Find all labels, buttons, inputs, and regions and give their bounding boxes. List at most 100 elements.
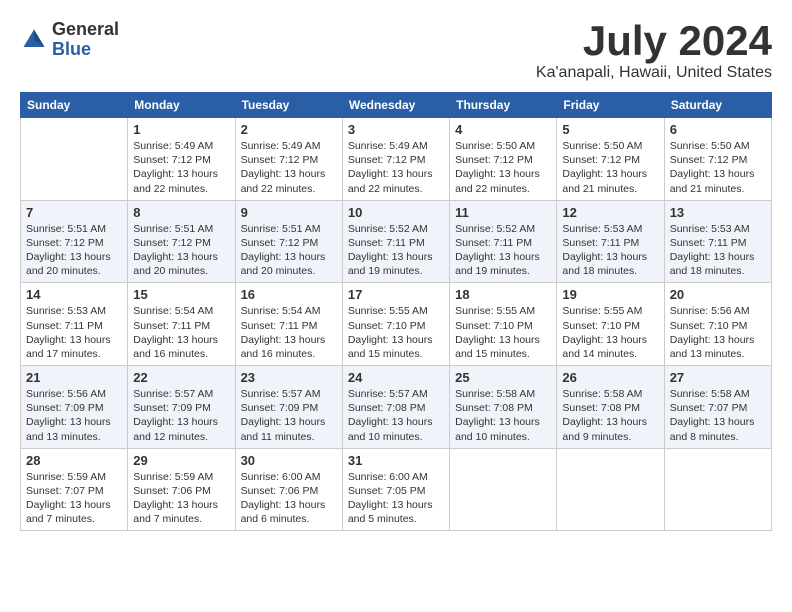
- day-info: Sunrise: 6:00 AM Sunset: 7:05 PM Dayligh…: [348, 470, 444, 527]
- week-row-1: 7 Sunrise: 5:51 AM Sunset: 7:12 PM Daylig…: [21, 200, 772, 283]
- calendar-cell: [450, 448, 557, 531]
- day-number: 21: [26, 370, 122, 385]
- col-wednesday: Wednesday: [342, 93, 449, 118]
- calendar-cell: 28Sunrise: 5:59 AM Sunset: 7:07 PM Dayli…: [21, 448, 128, 531]
- col-tuesday: Tuesday: [235, 93, 342, 118]
- day-info: Sunrise: 5:56 AM Sunset: 7:09 PM Dayligh…: [26, 387, 122, 444]
- day-info: Sunrise: 5:58 AM Sunset: 7:08 PM Dayligh…: [455, 387, 551, 444]
- calendar-cell: 3 Sunrise: 5:49 AM Sunset: 7:12 PM Daylig…: [342, 118, 449, 201]
- day-number: 14: [26, 287, 122, 302]
- week-row-0: 1 Sunrise: 5:49 AM Sunset: 7:12 PM Daylig…: [21, 118, 772, 201]
- calendar-cell: 19 Sunrise: 5:55 AM Sunset: 7:10 PM Dayli…: [557, 283, 664, 366]
- col-monday: Monday: [128, 93, 235, 118]
- day-info: Sunrise: 5:50 AM Sunset: 7:12 PM Dayligh…: [562, 139, 658, 196]
- day-info: Sunrise: 5:49 AM Sunset: 7:12 PM Dayligh…: [348, 139, 444, 196]
- day-number: 2: [241, 122, 337, 137]
- day-info: Sunrise: 5:53 AM Sunset: 7:11 PM Dayligh…: [562, 222, 658, 279]
- day-info: Sunrise: 5:50 AM Sunset: 7:12 PM Dayligh…: [670, 139, 766, 196]
- calendar-cell: 18 Sunrise: 5:55 AM Sunset: 7:10 PM Dayli…: [450, 283, 557, 366]
- col-friday: Friday: [557, 93, 664, 118]
- col-thursday: Thursday: [450, 93, 557, 118]
- day-info: Sunrise: 5:54 AM Sunset: 7:11 PM Dayligh…: [241, 304, 337, 361]
- calendar-cell: 12 Sunrise: 5:53 AM Sunset: 7:11 PM Dayli…: [557, 200, 664, 283]
- calendar-cell: 21 Sunrise: 5:56 AM Sunset: 7:09 PM Dayli…: [21, 366, 128, 449]
- calendar-cell: 31 Sunrise: 6:00 AM Sunset: 7:05 PM Dayli…: [342, 448, 449, 531]
- month-title: July 2024: [536, 20, 772, 62]
- day-number: 19: [562, 287, 658, 302]
- calendar-cell: 9 Sunrise: 5:51 AM Sunset: 7:12 PM Daylig…: [235, 200, 342, 283]
- week-row-2: 14 Sunrise: 5:53 AM Sunset: 7:11 PM Dayli…: [21, 283, 772, 366]
- day-info: Sunrise: 5:57 AM Sunset: 7:09 PM Dayligh…: [241, 387, 337, 444]
- day-number: 6: [670, 122, 766, 137]
- calendar-cell: 13 Sunrise: 5:53 AM Sunset: 7:11 PM Dayli…: [664, 200, 771, 283]
- day-number: 18: [455, 287, 551, 302]
- logo: General Blue: [20, 20, 119, 60]
- calendar-cell: 17Sunrise: 5:55 AM Sunset: 7:10 PM Dayli…: [342, 283, 449, 366]
- logo-general-text: General: [52, 20, 119, 40]
- day-number: 9: [241, 205, 337, 220]
- day-info: Sunrise: 5:49 AM Sunset: 7:12 PM Dayligh…: [241, 139, 337, 196]
- calendar-cell: [557, 448, 664, 531]
- day-info: Sunrise: 5:57 AM Sunset: 7:09 PM Dayligh…: [133, 387, 229, 444]
- calendar-cell: 4Sunrise: 5:50 AM Sunset: 7:12 PM Daylig…: [450, 118, 557, 201]
- calendar-cell: 29 Sunrise: 5:59 AM Sunset: 7:06 PM Dayli…: [128, 448, 235, 531]
- day-number: 29: [133, 453, 229, 468]
- calendar-cell: 2 Sunrise: 5:49 AM Sunset: 7:12 PM Daylig…: [235, 118, 342, 201]
- day-info: Sunrise: 5:59 AM Sunset: 7:07 PM Dayligh…: [26, 470, 122, 527]
- day-number: 13: [670, 205, 766, 220]
- day-info: Sunrise: 5:52 AM Sunset: 7:11 PM Dayligh…: [348, 222, 444, 279]
- day-number: 1: [133, 122, 229, 137]
- col-sunday: Sunday: [21, 93, 128, 118]
- calendar-cell: 11Sunrise: 5:52 AM Sunset: 7:11 PM Dayli…: [450, 200, 557, 283]
- day-info: Sunrise: 5:59 AM Sunset: 7:06 PM Dayligh…: [133, 470, 229, 527]
- week-row-3: 21 Sunrise: 5:56 AM Sunset: 7:09 PM Dayli…: [21, 366, 772, 449]
- day-number: 12: [562, 205, 658, 220]
- calendar-cell: 8Sunrise: 5:51 AM Sunset: 7:12 PM Daylig…: [128, 200, 235, 283]
- day-number: 4: [455, 122, 551, 137]
- day-info: Sunrise: 5:58 AM Sunset: 7:08 PM Dayligh…: [562, 387, 658, 444]
- day-info: Sunrise: 5:51 AM Sunset: 7:12 PM Dayligh…: [26, 222, 122, 279]
- day-number: 5: [562, 122, 658, 137]
- day-number: 7: [26, 205, 122, 220]
- day-number: 20: [670, 287, 766, 302]
- day-number: 22: [133, 370, 229, 385]
- col-saturday: Saturday: [664, 93, 771, 118]
- day-info: Sunrise: 5:58 AM Sunset: 7:07 PM Dayligh…: [670, 387, 766, 444]
- day-info: Sunrise: 5:55 AM Sunset: 7:10 PM Dayligh…: [562, 304, 658, 361]
- day-info: Sunrise: 5:56 AM Sunset: 7:10 PM Dayligh…: [670, 304, 766, 361]
- calendar-cell: 30Sunrise: 6:00 AM Sunset: 7:06 PM Dayli…: [235, 448, 342, 531]
- header: General Blue July 2024 Ka'anapali, Hawai…: [20, 20, 772, 82]
- day-number: 16: [241, 287, 337, 302]
- calendar-cell: 23Sunrise: 5:57 AM Sunset: 7:09 PM Dayli…: [235, 366, 342, 449]
- week-row-4: 28Sunrise: 5:59 AM Sunset: 7:07 PM Dayli…: [21, 448, 772, 531]
- day-info: Sunrise: 5:53 AM Sunset: 7:11 PM Dayligh…: [670, 222, 766, 279]
- day-info: Sunrise: 5:55 AM Sunset: 7:10 PM Dayligh…: [455, 304, 551, 361]
- day-number: 31: [348, 453, 444, 468]
- location-title: Ka'anapali, Hawaii, United States: [536, 64, 772, 82]
- calendar-cell: 16 Sunrise: 5:54 AM Sunset: 7:11 PM Dayli…: [235, 283, 342, 366]
- calendar-cell: 6 Sunrise: 5:50 AM Sunset: 7:12 PM Daylig…: [664, 118, 771, 201]
- calendar-cell: 24 Sunrise: 5:57 AM Sunset: 7:08 PM Dayli…: [342, 366, 449, 449]
- day-number: 11: [455, 205, 551, 220]
- calendar-cell: 22 Sunrise: 5:57 AM Sunset: 7:09 PM Dayli…: [128, 366, 235, 449]
- day-info: Sunrise: 5:49 AM Sunset: 7:12 PM Dayligh…: [133, 139, 229, 196]
- calendar-table: Sunday Monday Tuesday Wednesday Thursday…: [20, 92, 772, 531]
- day-info: Sunrise: 5:57 AM Sunset: 7:08 PM Dayligh…: [348, 387, 444, 444]
- calendar-cell: 25 Sunrise: 5:58 AM Sunset: 7:08 PM Dayli…: [450, 366, 557, 449]
- day-number: 25: [455, 370, 551, 385]
- day-number: 24: [348, 370, 444, 385]
- calendar-cell: 26Sunrise: 5:58 AM Sunset: 7:08 PM Dayli…: [557, 366, 664, 449]
- day-number: 15: [133, 287, 229, 302]
- day-number: 3: [348, 122, 444, 137]
- day-info: Sunrise: 5:54 AM Sunset: 7:11 PM Dayligh…: [133, 304, 229, 361]
- calendar-cell: 20 Sunrise: 5:56 AM Sunset: 7:10 PM Dayli…: [664, 283, 771, 366]
- calendar-cell: 5 Sunrise: 5:50 AM Sunset: 7:12 PM Daylig…: [557, 118, 664, 201]
- calendar-cell: [664, 448, 771, 531]
- day-number: 10: [348, 205, 444, 220]
- day-info: Sunrise: 5:51 AM Sunset: 7:12 PM Dayligh…: [241, 222, 337, 279]
- calendar-cell: 15 Sunrise: 5:54 AM Sunset: 7:11 PM Dayli…: [128, 283, 235, 366]
- title-area: July 2024 Ka'anapali, Hawaii, United Sta…: [536, 20, 772, 82]
- day-info: Sunrise: 5:55 AM Sunset: 7:10 PM Dayligh…: [348, 304, 444, 361]
- day-info: Sunrise: 5:53 AM Sunset: 7:11 PM Dayligh…: [26, 304, 122, 361]
- logo-text: General Blue: [52, 20, 119, 60]
